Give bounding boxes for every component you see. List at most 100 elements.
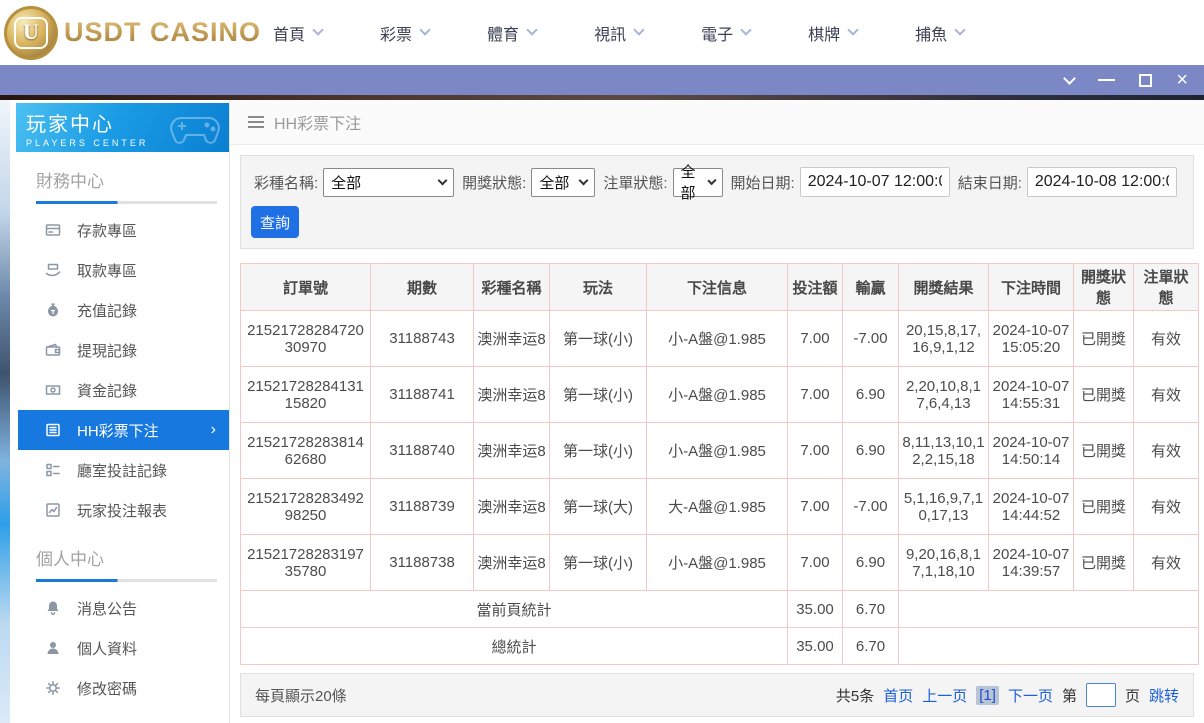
window-close-icon[interactable]: ×: [1176, 70, 1188, 90]
sidebar: 玩家中心 PLAYERS CENTER 財務中心 存款專區 取款專區 充值記錄 …: [10, 100, 230, 723]
chevron-down-icon: [740, 24, 752, 36]
order-status-select[interactable]: 全部: [672, 164, 723, 202]
cell-bet-info: 小-A盤@1.985: [646, 366, 788, 423]
cell-bet-amount: 7.00: [787, 366, 843, 423]
cell-period: 31188740: [370, 422, 474, 479]
sidebar-item-change-password[interactable]: 修改密碼: [10, 668, 229, 708]
cell-lottery-name: 澳洲幸运8: [473, 478, 550, 535]
main-content: HH彩票下注 彩種名稱: 全部 開獎狀態: 全部 注單狀態: 全部 開始日期: …: [230, 100, 1204, 723]
nav-item-cards[interactable]: 棋牌: [808, 21, 859, 45]
breadcrumb: HH彩票下注: [230, 100, 1204, 145]
window-chevron-down-icon[interactable]: [1063, 71, 1077, 85]
cell-draw-status: 已開獎: [1073, 478, 1134, 535]
filter-panel: 彩種名稱: 全部 開獎狀態: 全部 注單狀態: 全部 開始日期: 結束日期: 查…: [240, 155, 1194, 249]
nav-item-lottery[interactable]: 彩票: [380, 21, 431, 45]
draw-status-select[interactable]: 全部: [531, 167, 596, 197]
chevron-down-icon: [633, 24, 645, 36]
sidebar-item-profile[interactable]: 個人資料: [10, 628, 229, 668]
cell-bet-amount: 7.00: [787, 422, 843, 479]
current-page-summary-row: 當前頁統計 35.00 6.70: [240, 590, 1199, 628]
cell-play-type: 第一球(小): [549, 310, 647, 367]
cell-order-id: 2152172828319735780: [240, 534, 371, 591]
jump-page-input[interactable]: [1085, 683, 1116, 707]
prev-page-link[interactable]: 上一页: [922, 685, 967, 706]
cell-order-status: 有效: [1133, 422, 1199, 479]
sidebar-item-withdraw-record[interactable]: 提現記錄: [10, 330, 229, 370]
sidebar-item-deposit[interactable]: 存款專區: [10, 210, 229, 250]
nav-item-fishing[interactable]: 捕魚: [915, 21, 966, 45]
nav-item-slots[interactable]: 電子: [701, 21, 752, 45]
start-date-input[interactable]: [799, 167, 950, 197]
withdraw-hand-icon: [44, 261, 62, 279]
sidebar-item-player-bet-report[interactable]: 玩家投注報表: [10, 490, 229, 530]
col-order-status: 注單狀態: [1133, 263, 1199, 311]
cell-lottery-name: 澳洲幸运8: [473, 534, 550, 591]
brand-logo[interactable]: U USDT CASINO: [0, 5, 261, 60]
col-draw-result: 開獎結果: [898, 263, 989, 311]
cell-draw-status: 已開獎: [1073, 310, 1134, 367]
nav-item-home[interactable]: 首頁: [273, 21, 324, 45]
total-summary-row: 總統計 35.00 6.70: [240, 627, 1199, 665]
cell-draw-status: 已開獎: [1073, 422, 1134, 479]
window-minimize-icon[interactable]: [1098, 79, 1116, 81]
table-row: 2152172828413115820 31188741 澳洲幸运8 第一球(小) 小-…: [240, 366, 1199, 423]
cell-order-status: 有效: [1133, 534, 1199, 591]
moneybag-icon: [44, 301, 62, 319]
sidebar-item-withdraw[interactable]: 取款專區: [10, 250, 229, 290]
nav-item-live[interactable]: 視訊: [594, 21, 645, 45]
search-button[interactable]: 查詢: [251, 206, 299, 238]
col-win-loss: 輸贏: [842, 263, 899, 311]
cell-order-id: 2152172828413115820: [240, 366, 371, 423]
sidebar-item-recharge-record[interactable]: 充值記錄: [10, 290, 229, 330]
first-page-link[interactable]: 首页: [883, 685, 913, 706]
cell-draw-status: 已開獎: [1073, 534, 1134, 591]
sidebar-item-funds-record[interactable]: 資金記錄: [10, 370, 229, 410]
summary-win-loss: 6.70: [842, 627, 899, 665]
cell-win-loss: 6.90: [842, 422, 899, 479]
cell-play-type: 第一球(小): [549, 534, 647, 591]
summary-bet-amount: 35.00: [787, 627, 843, 665]
col-order-id: 訂單號: [240, 263, 371, 311]
cell-order-status: 有效: [1133, 366, 1199, 423]
sidebar-item-hall-bet-record[interactable]: 廳室投註記錄: [10, 450, 229, 490]
cell-play-type: 第一球(大): [549, 478, 647, 535]
cell-bet-time: 2024-10-07 14:44:52: [988, 478, 1074, 535]
start-date-label: 開始日期:: [730, 174, 795, 192]
cell-lottery-name: 澳洲幸运8: [473, 310, 550, 367]
cell-draw-result: 2,20,10,8,17,6,4,13: [898, 366, 989, 423]
bets-table: 訂單號 期數 彩種名稱 玩法 下注信息 投注額 輸贏 開獎結果 下注時間 開獎狀…: [240, 263, 1199, 665]
section-underline: [36, 579, 217, 582]
cell-win-loss: -7.00: [842, 478, 899, 535]
col-play-type: 玩法: [549, 263, 647, 311]
cell-bet-info: 大-A盤@1.985: [646, 478, 788, 535]
current-page-badge: [1]: [976, 685, 999, 705]
table-body: 2152172828472030970 31188743 澳洲幸运8 第一球(小) 小-…: [240, 310, 1199, 591]
page-title: HH彩票下注: [274, 116, 362, 133]
cell-bet-amount: 7.00: [787, 534, 843, 591]
sidebar-item-announcements[interactable]: 消息公告: [10, 588, 229, 628]
window-title-bar: ×: [0, 65, 1204, 95]
hamburger-menu-icon[interactable]: [248, 116, 264, 128]
nav-item-sports[interactable]: 體育: [487, 21, 538, 45]
jump-label-post: 页: [1124, 687, 1140, 705]
jump-button[interactable]: 跳转: [1149, 685, 1179, 706]
cell-period: 31188738: [370, 534, 474, 591]
page-size-text: 每頁顯示20條: [255, 687, 347, 705]
summary-win-loss: 6.70: [842, 590, 899, 628]
wallet-icon: [44, 341, 62, 359]
lottery-name-select[interactable]: 全部: [323, 167, 455, 197]
pagination-bar: 每頁顯示20條 共5条 首页 上一页 [1] 下一页 第 页 跳转: [240, 673, 1194, 717]
cell-win-loss: 6.90: [842, 366, 899, 423]
cell-bet-time: 2024-10-07 15:05:20: [988, 310, 1074, 367]
cell-win-loss: -7.00: [842, 310, 899, 367]
next-page-link[interactable]: 下一页: [1008, 685, 1053, 706]
sidebar-item-hh-lottery-bets[interactable]: HH彩票下注 ›: [18, 410, 229, 450]
end-date-input[interactable]: [1026, 167, 1177, 197]
summary-empty: [898, 627, 1199, 665]
cell-order-id: 2152172828472030970: [240, 310, 371, 367]
cell-period: 31188739: [370, 478, 474, 535]
window-maximize-icon[interactable]: [1139, 73, 1153, 87]
total-count-text: 共5条: [835, 687, 875, 705]
cell-period: 31188743: [370, 310, 474, 367]
cell-bet-info: 小-A盤@1.985: [646, 422, 788, 479]
